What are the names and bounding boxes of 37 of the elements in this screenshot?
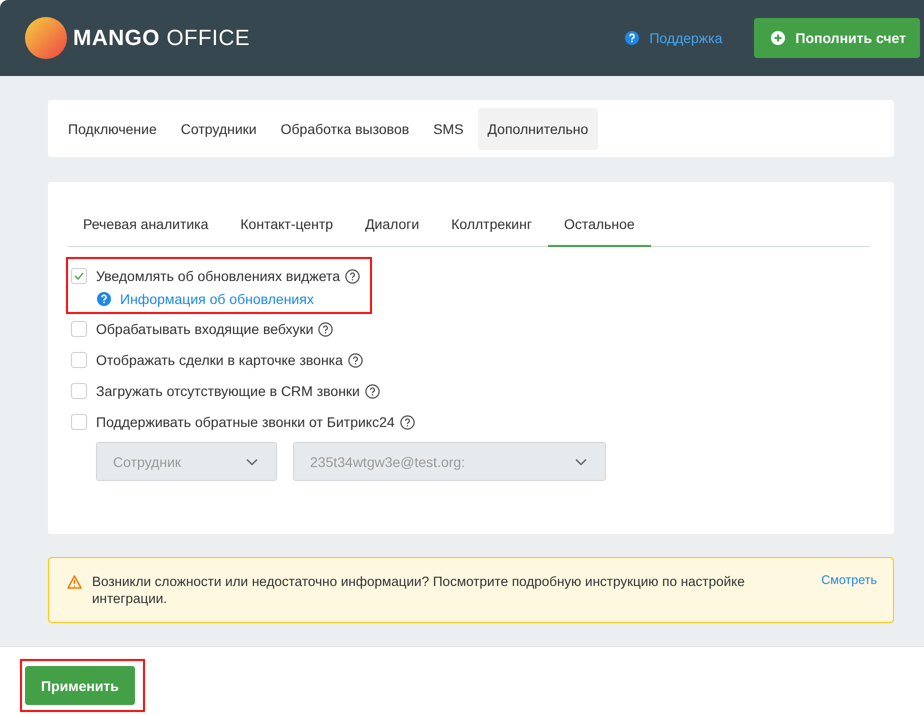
tab[interactable]: Контакт-центр [224, 208, 350, 247]
support-link[interactable]: Поддержка [625, 30, 722, 46]
help-icon [625, 31, 640, 45]
warning-icon [67, 575, 82, 589]
tab[interactable]: SMS [423, 108, 474, 150]
tab[interactable]: Обработка вызовов [270, 108, 420, 150]
option-label: Уведомлять об обновлениях виджета [96, 268, 340, 284]
logo-circle-icon [25, 17, 67, 59]
checkbox[interactable] [71, 268, 87, 284]
checkbox[interactable] [71, 321, 87, 337]
chevron-down-icon [575, 458, 587, 466]
checkbox[interactable] [71, 414, 87, 430]
tab[interactable]: Дополнительно [478, 108, 598, 150]
tab[interactable]: Подключение [58, 108, 167, 150]
option-label: Загружать отсутствующие в CRM звонки [96, 383, 360, 399]
info-link[interactable]: Информация об обновлениях [120, 291, 314, 307]
help-icon[interactable] [400, 414, 415, 430]
help-icon[interactable] [345, 268, 360, 284]
help-icon [97, 292, 111, 306]
tab[interactable]: Диалоги [349, 208, 436, 247]
plus-icon [771, 31, 786, 45]
checkbox[interactable] [71, 383, 87, 399]
checkbox[interactable] [71, 352, 87, 368]
option-label: Поддерживать обратные звонки от Битрикс24 [96, 414, 395, 430]
tab[interactable]: Речевая аналитика [68, 208, 224, 247]
tab[interactable]: Остальное [548, 208, 651, 247]
option-label: Обрабатывать входящие вебхуки [96, 321, 314, 337]
tab[interactable]: Сотрудники [170, 108, 267, 150]
checkmark-icon [74, 272, 84, 280]
chevron-down-icon [246, 458, 258, 466]
help-icon[interactable] [364, 384, 380, 398]
option-label: Отображать сделки в карточке звонка [96, 352, 343, 368]
help-icon[interactable] [318, 322, 334, 336]
alert-text: Возникли сложности или недостаточно информации? Посмотрите подробную инструкцию по настройке интеграции. [92, 573, 746, 607]
tab[interactable]: Коллтрекинг [435, 208, 548, 247]
logo-text: MANGO OFFICE [73, 25, 250, 51]
help-icon[interactable] [348, 352, 363, 368]
